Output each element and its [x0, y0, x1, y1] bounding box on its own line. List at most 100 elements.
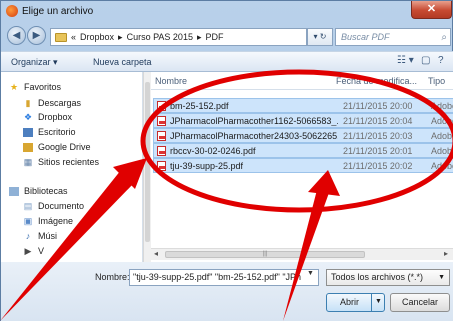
file-row[interactable]: tju-39-supp-25.pdf 21/11/2015 20:02 Adob…: [153, 158, 453, 173]
scroll-thumb[interactable]: |||: [165, 251, 365, 258]
breadcrumb-curso[interactable]: Curso PAS 2015: [127, 32, 193, 42]
close-button[interactable]: ✕: [411, 1, 452, 19]
dialog-body: ★ Favoritos ▮ Descargas ❖ Dropbox Escrit…: [1, 72, 453, 262]
sidebar-item-videos[interactable]: ▶ V: [23, 246, 44, 256]
address-bar[interactable]: « Dropbox ▸ Curso PAS 2015 ▸ PDF: [50, 28, 307, 46]
breadcrumb-dropbox[interactable]: Dropbox: [80, 32, 114, 42]
chevron-down-icon: ▼: [438, 274, 445, 281]
search-icon: ⌕: [441, 32, 447, 43]
file-type-value: Todos los archivos (*.*): [331, 272, 424, 282]
file-row[interactable]: bm-25-152.pdf 21/11/2015 20:00 Adobe: [153, 98, 453, 113]
folder-icon: [23, 142, 33, 152]
column-name[interactable]: Nombre: [155, 76, 187, 86]
file-date: 21/11/2015 20:04: [343, 116, 413, 126]
folder-icon: [55, 32, 67, 42]
file-date: 21/11/2015 20:03: [343, 131, 413, 141]
sidebar-label: V: [38, 246, 45, 256]
sidebar-item-dropbox[interactable]: ❖ Dropbox: [23, 112, 72, 122]
cancel-button[interactable]: Cancelar: [390, 293, 450, 312]
column-date[interactable]: Fecha de modifica...: [336, 76, 417, 86]
documents-icon: ▤: [23, 200, 33, 211]
music-icon: ♪: [25, 230, 31, 241]
sidebar-item-musica[interactable]: ♪ Músi: [23, 231, 57, 241]
sidebar-label: Bibliotecas: [24, 186, 68, 196]
pictures-icon: ▣: [23, 215, 33, 226]
sidebar-label: Documento: [38, 201, 85, 211]
pdf-file-icon: [157, 101, 166, 111]
sidebar-label: Descargas: [38, 98, 82, 108]
sidebar-label: Imágene: [38, 216, 74, 226]
sidebar-label: Músi: [38, 231, 58, 241]
title-bar: Elige un archivo ✕: [1, 1, 453, 23]
breadcrumb-pdf[interactable]: PDF: [205, 32, 223, 42]
pdf-file-icon: [157, 146, 166, 156]
sidebar-label: Escritorio: [38, 127, 76, 137]
scroll-left-icon[interactable]: ◂: [154, 249, 158, 258]
downloads-icon: ▮: [25, 97, 31, 108]
breadcrumb-prefix: «: [71, 32, 77, 42]
sidebar-item-imagenes[interactable]: ▣ Imágene: [23, 216, 73, 226]
new-folder-button[interactable]: Nueva carpeta: [93, 57, 152, 67]
chevron-down-icon[interactable]: ▼: [307, 270, 314, 277]
file-name: rbccv-30-02-0246.pdf: [170, 146, 256, 156]
search-placeholder: Buscar PDF: [341, 32, 390, 42]
file-type: Adobe: [431, 101, 453, 111]
file-dialog: Elige un archivo ✕ ◀ ▶ « Dropbox ▸ Curso…: [0, 0, 453, 321]
file-row[interactable]: JPharmacolPharmacother24303-5062265... 2…: [153, 128, 453, 143]
column-type[interactable]: Tipo: [428, 76, 445, 86]
open-options-button[interactable]: ▼: [371, 293, 385, 312]
sidebar-label: Dropbox: [38, 112, 73, 122]
sidebar-item-bibliotecas[interactable]: Bibliotecas: [9, 186, 68, 196]
sidebar-item-descargas[interactable]: ▮ Descargas: [23, 97, 82, 108]
file-name: tju-39-supp-25.pdf: [170, 161, 244, 171]
search-input[interactable]: Buscar PDF ⌕: [335, 28, 451, 46]
dropbox-icon: ❖: [23, 111, 33, 122]
open-label: Abrir: [339, 297, 359, 307]
scroll-thumb[interactable]: [145, 82, 150, 242]
file-type: Adobe: [431, 161, 453, 171]
file-name: bm-25-152.pdf: [170, 101, 229, 111]
sidebar-item-google-drive[interactable]: Google Drive: [23, 142, 91, 152]
sidebar-label: Favoritos: [24, 82, 62, 92]
sidebar-label: Sitios recientes: [38, 157, 100, 167]
pdf-file-icon: [157, 131, 166, 141]
sidebar-item-escritorio[interactable]: Escritorio: [23, 127, 76, 137]
file-type-select[interactable]: Todos los archivos (*.*) ▼: [326, 269, 450, 286]
sidebar-item-recientes[interactable]: ▦ Sitios recientes: [23, 157, 99, 167]
libraries-icon: [9, 186, 19, 196]
refresh-button[interactable]: ▾ ↻: [307, 28, 333, 46]
back-button[interactable]: ◀: [7, 26, 26, 45]
help-icon[interactable]: ?: [438, 55, 444, 66]
sidebar-label: Google Drive: [38, 142, 91, 152]
sidebar-item-favorites[interactable]: ★ Favoritos: [9, 82, 61, 92]
file-name-label: Nombre:: [95, 272, 130, 282]
file-row[interactable]: JPharmacolPharmacother1162-5066583_... 2…: [153, 113, 453, 128]
file-row[interactable]: rbccv-30-02-0246.pdf 21/11/2015 20:01 Ad…: [153, 143, 453, 158]
window-title: Elige un archivo: [22, 6, 94, 17]
forward-button[interactable]: ▶: [27, 26, 46, 45]
file-date: 21/11/2015 20:02: [343, 161, 413, 171]
file-list: Nombre Fecha de modifica... Tipo bm-25-1…: [151, 72, 453, 262]
navigation-scrollbar[interactable]: [143, 72, 151, 262]
preview-pane-icon[interactable]: ▢: [421, 55, 430, 66]
file-type: Adobe: [431, 116, 453, 126]
browser-icon: [6, 5, 18, 17]
organize-button[interactable]: Organizar ▾: [11, 57, 58, 68]
breadcrumb-separator: ▸: [118, 31, 123, 42]
breadcrumb-separator: ▸: [196, 31, 202, 42]
navigation-pane: ★ Favoritos ▮ Descargas ❖ Dropbox Escrit…: [1, 72, 143, 262]
view-options-icon[interactable]: ☷ ▾: [397, 55, 414, 66]
file-name-input[interactable]: "tju-39-supp-25.pdf" "bm-25-152.pdf" "JP…: [129, 269, 319, 286]
dialog-footer: Nombre: "tju-39-supp-25.pdf" "bm-25-152.…: [1, 262, 453, 321]
pdf-file-icon: [157, 161, 166, 171]
column-header: Nombre Fecha de modifica... Tipo: [151, 72, 453, 90]
sidebar-item-documentos[interactable]: ▤ Documento: [23, 201, 84, 211]
desktop-icon: [23, 127, 33, 137]
horizontal-scrollbar[interactable]: ◂ ||| ▸: [151, 248, 453, 260]
address-row: ◀ ▶ « Dropbox ▸ Curso PAS 2015 ▸ PDF ▾ ↻…: [1, 23, 453, 51]
recent-places-icon: ▦: [23, 156, 33, 167]
scroll-right-icon[interactable]: ▸: [444, 249, 448, 258]
file-date: 21/11/2015 20:00: [343, 101, 413, 111]
file-name: JPharmacolPharmacother1162-5066583_...: [170, 116, 338, 126]
pdf-file-icon: [157, 116, 166, 126]
